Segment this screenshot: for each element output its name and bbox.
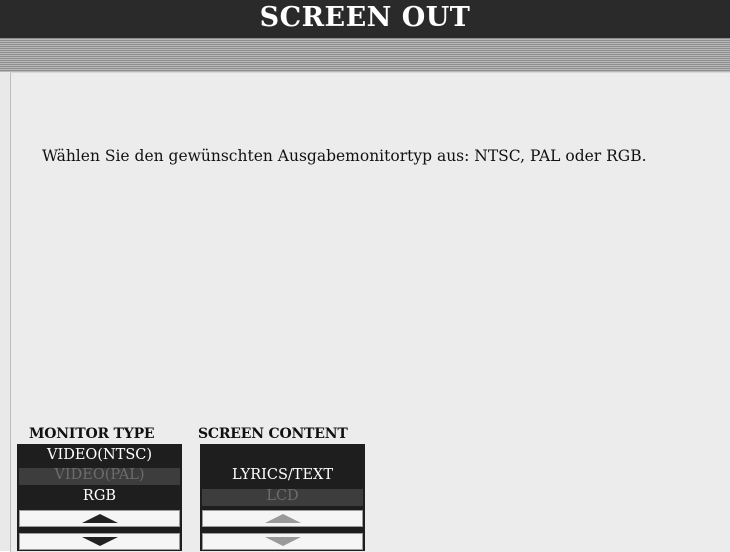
monitor-type-label: MONITOR TYPE [29,426,155,442]
screen-content-down-button[interactable] [202,533,363,550]
screen-out-window: SCREEN OUT Wählen Sie den gewünschten Au… [0,0,730,552]
monitor-type-up-button[interactable] [19,510,180,527]
monitor-type-option-pal[interactable]: VIDEO(PAL) [17,467,182,483]
monitor-type-option-ntsc[interactable]: VIDEO(NTSC) [17,447,182,463]
monitor-type-down-button[interactable] [19,533,180,550]
down-arrow-icon [264,537,301,546]
screen-content-label: SCREEN CONTENT [198,426,348,442]
header-stripe [0,38,730,72]
up-arrow-icon [264,514,301,523]
screen-content-up-button[interactable] [202,510,363,527]
page-title: SCREEN OUT [259,2,471,33]
title-bar: SCREEN OUT [0,0,730,38]
instruction-text: Wählen Sie den gewünschten Ausgabemonito… [42,147,647,165]
screen-content-option-lyrics[interactable]: LYRICS/TEXT [200,467,365,483]
screen-content-list: LYRICS/TEXT LCD [200,444,365,551]
monitor-type-option-rgb[interactable]: RGB [17,488,182,504]
screen-content-option-lcd[interactable]: LCD [200,488,365,504]
monitor-type-list: VIDEO(NTSC) VIDEO(PAL) RGB [17,444,182,551]
up-arrow-icon [81,514,118,523]
down-arrow-icon [81,537,118,546]
